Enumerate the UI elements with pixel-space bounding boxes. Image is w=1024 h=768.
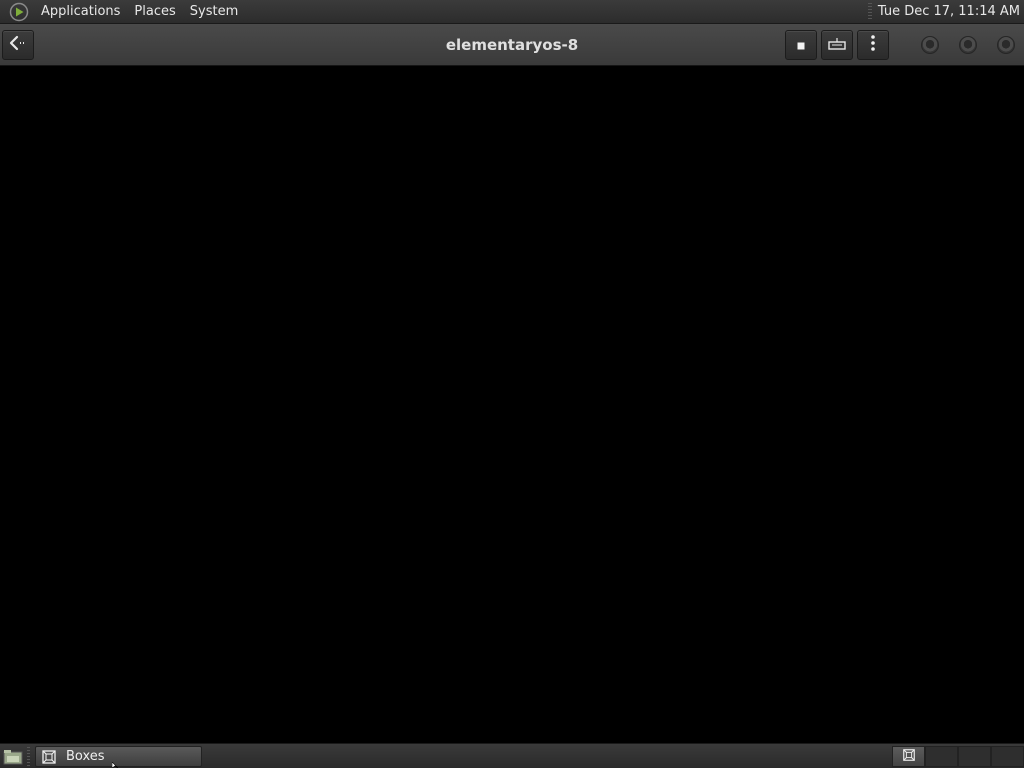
maximize-icon[interactable] — [959, 36, 977, 54]
stop-button[interactable] — [785, 30, 817, 60]
panel-separator — [867, 2, 872, 21]
menu-button[interactable] — [857, 30, 889, 60]
show-desktop-icon[interactable] — [2, 747, 24, 766]
back-icon — [9, 35, 27, 55]
workspace-2[interactable] — [925, 746, 958, 767]
minimize-icon[interactable] — [921, 36, 939, 54]
workspace-4[interactable] — [991, 746, 1024, 767]
system-menu[interactable]: System — [183, 0, 245, 24]
stop-icon — [796, 36, 806, 55]
places-menu[interactable]: Places — [127, 0, 182, 24]
back-button[interactable] — [2, 30, 34, 60]
vm-display[interactable] — [0, 67, 1024, 743]
bottom-panel: Boxes — [0, 743, 1024, 768]
close-icon[interactable] — [997, 36, 1015, 54]
mouse-cursor-icon — [112, 762, 119, 768]
window-header-bar: elementaryos-8 — [0, 24, 1024, 66]
applications-menu[interactable]: Applications — [34, 0, 127, 24]
system-logo-icon[interactable] — [8, 1, 30, 23]
workspace-3[interactable] — [958, 746, 991, 767]
top-panel: Applications Places System Tue Dec 17, 1… — [0, 0, 1024, 24]
send-keys-button[interactable] — [821, 30, 853, 60]
vertical-dots-icon — [870, 34, 876, 56]
clock[interactable]: Tue Dec 17, 11:14 AM — [878, 4, 1024, 19]
workspace-1[interactable] — [892, 746, 925, 767]
boxes-icon — [41, 749, 57, 765]
keyboard-icon — [828, 36, 846, 55]
taskbar-separator — [27, 747, 30, 766]
workspace-boxes-icon — [902, 747, 916, 766]
task-button-label: Boxes — [66, 749, 105, 764]
